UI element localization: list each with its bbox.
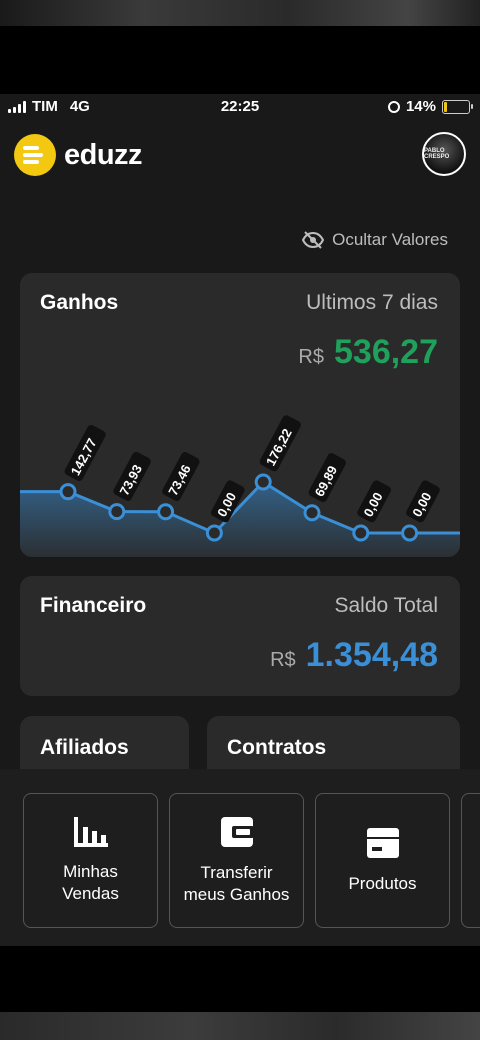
background-blur-bottom: [0, 1012, 480, 1040]
background-blur-top: [0, 0, 480, 26]
label-line-1: Minhas: [63, 861, 118, 881]
app-header: eduzz PABLO CRESPO: [0, 132, 480, 182]
bar-chart-icon: [73, 816, 108, 847]
chart-point[interactable]: [303, 504, 321, 522]
chart-point[interactable]: [157, 503, 175, 521]
contratos-title: Contratos: [227, 736, 327, 759]
more-actions-button[interactable]: [461, 793, 480, 928]
avatar-text: PABLO CRESPO: [424, 148, 450, 160]
chart-data-label: 0,00: [406, 480, 440, 523]
label-line-2: Vendas: [62, 883, 119, 903]
chart-point[interactable]: [401, 524, 419, 542]
status-bar: TIM 4G 22:25 14%: [0, 94, 480, 120]
eye-off-icon: [302, 231, 325, 249]
financeiro-card[interactable]: Financeiro Saldo Total R$ 1.354,48: [20, 576, 460, 696]
financeiro-total: 1.354,48: [305, 636, 438, 674]
produtos-label: Produtos: [348, 873, 416, 895]
chart-point[interactable]: [205, 524, 223, 542]
financeiro-currency: R$: [270, 649, 296, 671]
transferir-ganhos-label: Transferir meus Ganhos: [184, 862, 290, 906]
wallet-icon: [220, 816, 254, 847]
status-right: 14%: [387, 98, 473, 115]
quick-actions-sheet: Minhas Vendas Transferir meus Ganhos Pro…: [0, 769, 480, 946]
transferir-ganhos-button[interactable]: Transferir meus Ganhos: [169, 793, 304, 928]
eduzz-logo: eduzz: [14, 134, 143, 176]
user-avatar[interactable]: PABLO CRESPO: [422, 132, 466, 176]
chart-data-label: 73,46: [162, 452, 200, 502]
chart-data-label: 142,77: [64, 424, 106, 481]
minhas-vendas-label: Minhas Vendas: [62, 861, 119, 905]
hide-values-label: Ocultar Valores: [332, 230, 448, 249]
financeiro-amount-row: R$ 1.354,48: [270, 636, 438, 675]
financeiro-subtitle: Saldo Total: [334, 594, 438, 617]
financeiro-title: Financeiro: [40, 594, 147, 617]
chart-data-label: 73,93: [113, 451, 151, 501]
rotation-lock-icon: [387, 100, 400, 113]
hide-values-toggle[interactable]: Ocultar Valores: [302, 230, 448, 250]
battery-percent: 14%: [405, 98, 436, 115]
label-line-1: Transferir: [200, 862, 273, 882]
chart-data-label: 69,89: [308, 453, 346, 503]
produtos-button[interactable]: Produtos: [315, 793, 450, 928]
box-icon: [366, 827, 399, 858]
label-line-2: meus Ganhos: [183, 884, 290, 904]
label-line-1: Produtos: [348, 873, 417, 893]
chart-point[interactable]: [352, 524, 370, 542]
chart-point[interactable]: [254, 473, 272, 491]
logo-text: eduzz: [64, 138, 143, 171]
battery-icon: [442, 99, 473, 114]
chart-point[interactable]: [59, 483, 77, 501]
chart-data-label: 0,00: [357, 480, 391, 523]
ganhos-card[interactable]: Ganhos Ultimos 7 dias R$ 536,27 142,77 73…: [20, 273, 460, 557]
ganhos-chart: 142,7773,93 73,460,00176,2269,890,00 0,00: [20, 415, 460, 557]
afiliados-title: Afiliados: [40, 736, 129, 759]
minhas-vendas-button[interactable]: Minhas Vendas: [23, 793, 158, 928]
app-screen: TIM 4G 22:25 14% eduzz PABLO CRESPO Ocul…: [0, 94, 480, 946]
logo-mark-icon: [14, 134, 56, 176]
chart-data-label: 176,22: [259, 415, 301, 472]
chart-point[interactable]: [108, 503, 126, 521]
